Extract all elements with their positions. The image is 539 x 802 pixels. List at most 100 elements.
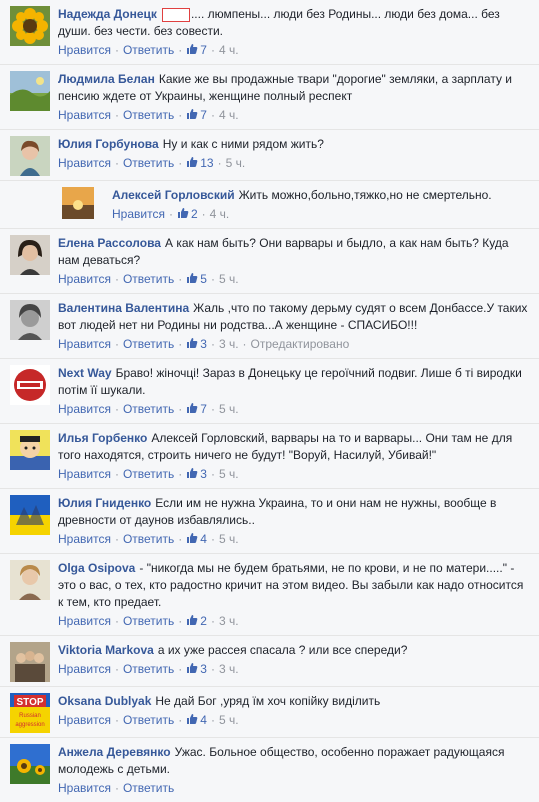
separator-dot: · bbox=[210, 108, 215, 122]
timestamp-link[interactable]: 3 ч. bbox=[219, 662, 239, 676]
comment-actions: Нравится · Ответить · 7 · 4 ч. bbox=[58, 107, 531, 129]
timestamp-link[interactable]: 5 ч. bbox=[219, 402, 239, 416]
comment-author-link[interactable]: Olga Osipova bbox=[58, 561, 135, 575]
comment-actions: Нравится · Ответить · 4 · 5 ч. bbox=[58, 712, 531, 734]
cartoon-avatar[interactable] bbox=[10, 430, 50, 470]
comment-author-link[interactable]: Надежда Донецк bbox=[58, 7, 157, 21]
like-link[interactable]: Нравится bbox=[112, 207, 165, 221]
separator-dot: · bbox=[178, 532, 183, 546]
reply-link[interactable]: Ответить bbox=[123, 713, 174, 727]
like-link[interactable]: Нравится bbox=[58, 713, 111, 727]
bw-woman-avatar[interactable] bbox=[10, 300, 50, 340]
landscape-avatar[interactable] bbox=[10, 71, 50, 111]
comment-author-link[interactable]: Next Way bbox=[58, 366, 112, 380]
timestamp-link[interactable]: 5 ч. bbox=[219, 532, 239, 546]
timestamp-link[interactable]: 5 ч. bbox=[219, 467, 239, 481]
like-link[interactable]: Нравится bbox=[58, 43, 111, 57]
like-link[interactable]: Нравится bbox=[58, 662, 111, 676]
timestamp-link[interactable]: 3 ч. bbox=[219, 337, 239, 351]
comment-author-link[interactable]: Валентина Валентина bbox=[58, 301, 189, 315]
reply-link[interactable]: Ответить bbox=[123, 156, 174, 170]
timestamp-link[interactable]: 4 ч. bbox=[219, 43, 239, 57]
reply-link[interactable]: Ответить bbox=[123, 781, 174, 795]
edited-label[interactable]: Отредактировано bbox=[251, 337, 350, 351]
comment-text: Юлия Гниденко Если им не нужна Украина, т… bbox=[58, 495, 531, 529]
like-link[interactable]: Нравится bbox=[58, 337, 111, 351]
like-count[interactable]: 3 bbox=[186, 467, 207, 481]
comment-body: Не дай Бог ,уряд їм хоч копійку виділить bbox=[155, 694, 381, 708]
timestamp-link[interactable]: 4 ч. bbox=[210, 207, 230, 221]
flag-avatar[interactable] bbox=[10, 495, 50, 535]
stop-aggression-avatar[interactable]: STOP Russian aggression bbox=[10, 693, 50, 733]
reply-link[interactable]: Ответить bbox=[123, 532, 174, 546]
nextway-logo-avatar[interactable] bbox=[10, 365, 50, 405]
thumbs-up-icon bbox=[186, 337, 198, 349]
thumbs-up-icon bbox=[186, 532, 198, 544]
reply-link[interactable]: Ответить bbox=[123, 272, 174, 286]
like-count-value: 7 bbox=[200, 402, 207, 416]
comment-author-link[interactable]: Людмила Белан bbox=[58, 72, 155, 86]
like-count-value: 3 bbox=[200, 337, 207, 351]
separator-dot: · bbox=[168, 207, 173, 221]
reply-link[interactable]: Ответить bbox=[123, 402, 174, 416]
reply-link[interactable]: Ответить bbox=[123, 43, 174, 57]
like-link[interactable]: Нравится bbox=[58, 108, 111, 122]
like-link[interactable]: Нравится bbox=[58, 272, 111, 286]
olga-avatar[interactable] bbox=[10, 560, 50, 600]
comment-author-link[interactable]: Анжела Деревянко bbox=[58, 745, 171, 759]
like-count-value: 3 bbox=[200, 467, 207, 481]
comment-author-link[interactable]: Юлия Горбунова bbox=[58, 137, 159, 151]
reply-link[interactable]: Ответить bbox=[123, 108, 174, 122]
like-count-value: 4 bbox=[200, 713, 207, 727]
timestamp-link[interactable]: 5 ч. bbox=[226, 156, 246, 170]
timestamp-link[interactable]: 5 ч. bbox=[219, 272, 239, 286]
separator-dot: · bbox=[178, 156, 183, 170]
like-link[interactable]: Нравится bbox=[58, 614, 111, 628]
comment: Olga Osipova - "никогда мы не будем брать… bbox=[0, 554, 539, 635]
like-link[interactable]: Нравится bbox=[58, 156, 111, 170]
reply-link[interactable]: Ответить bbox=[123, 467, 174, 481]
comment-text: Next Way Браво! жiночці! Зараз в Донецьку… bbox=[58, 365, 531, 399]
like-count[interactable]: 4 bbox=[186, 713, 207, 727]
reply-link[interactable]: Ответить bbox=[123, 614, 174, 628]
timestamp-link[interactable]: 4 ч. bbox=[219, 108, 239, 122]
woman-avatar[interactable] bbox=[10, 136, 50, 176]
like-count[interactable]: 3 bbox=[186, 337, 207, 351]
timestamp-link[interactable]: 3 ч. bbox=[219, 614, 239, 628]
like-count[interactable]: 13 bbox=[186, 156, 214, 170]
like-count[interactable]: 5 bbox=[186, 272, 207, 286]
like-count[interactable]: 3 bbox=[186, 662, 207, 676]
dark-hair-avatar[interactable] bbox=[10, 235, 50, 275]
group-avatar[interactable] bbox=[10, 642, 50, 682]
like-count[interactable]: 4 bbox=[186, 532, 207, 546]
like-link[interactable]: Нравится bbox=[58, 402, 111, 416]
like-link[interactable]: Нравится bbox=[58, 781, 111, 795]
comment-text: Илья Горбенко Алексей Горловский, варвары… bbox=[58, 430, 531, 464]
sunflower-field-avatar[interactable] bbox=[10, 744, 50, 784]
separator-dot: · bbox=[114, 402, 119, 416]
reply-link[interactable]: Ответить bbox=[123, 337, 174, 351]
comment-author-link[interactable]: Елена Рассолова bbox=[58, 236, 161, 250]
comment-author-link[interactable]: Oksana Dublyak bbox=[58, 694, 151, 708]
comment-actions: Нравится · Ответить · 3 · 5 ч. bbox=[58, 466, 531, 488]
like-count[interactable]: 2 bbox=[186, 614, 207, 628]
like-count[interactable]: 2 bbox=[177, 207, 198, 221]
sunset-avatar[interactable] bbox=[62, 187, 94, 219]
comment-author-link[interactable]: Viktoria Markova bbox=[58, 643, 154, 657]
comment-author-link[interactable]: Алексей Горловский bbox=[112, 188, 235, 202]
reply-link[interactable]: Ответить bbox=[123, 662, 174, 676]
comment-body: Браво! жiночці! Зараз в Донецьку це геро… bbox=[58, 366, 522, 397]
separator-dot: · bbox=[114, 43, 119, 57]
like-count[interactable]: 7 bbox=[186, 108, 207, 122]
like-link[interactable]: Нравится bbox=[58, 467, 111, 481]
comment-text: Анжела Деревянко Ужас. Больное общество, … bbox=[58, 744, 531, 778]
sunflower-avatar[interactable] bbox=[10, 6, 50, 46]
like-count[interactable]: 7 bbox=[186, 402, 207, 416]
separator-dot: · bbox=[210, 467, 215, 481]
comment-author-link[interactable]: Юлия Гниденко bbox=[58, 496, 151, 510]
comment-author-link[interactable]: Илья Горбенко bbox=[58, 431, 147, 445]
like-link[interactable]: Нравится bbox=[58, 532, 111, 546]
timestamp-link[interactable]: 5 ч. bbox=[219, 713, 239, 727]
like-count[interactable]: 7 bbox=[186, 43, 207, 57]
separator-dot: · bbox=[114, 713, 119, 727]
